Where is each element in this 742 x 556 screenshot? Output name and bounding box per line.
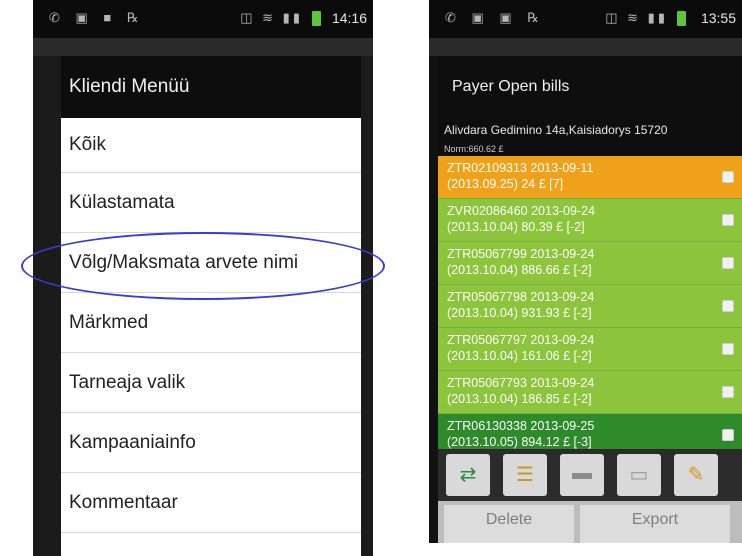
menu-item-volg[interactable]: Võlg/Maksmata arvete nimi: [61, 233, 361, 293]
status-clock: 13:55: [700, 10, 736, 26]
minus-icon[interactable]: ▬: [560, 454, 604, 496]
list-icon[interactable]: ☰: [503, 454, 547, 496]
bill-id-date: ZVR02086460 2013-09-24: [447, 204, 596, 218]
menu-item-kommentaar[interactable]: Kommentaar: [61, 473, 361, 533]
notification-icons: ✆ ▣ ▣ ℞: [445, 10, 545, 25]
bill-id-date: ZTR02109313 2013-09-11: [447, 161, 594, 175]
menu-item-kampaaniainfo[interactable]: Kampaaniainfo: [61, 413, 361, 473]
battery-icon: [312, 11, 321, 26]
signal-icons: ◫ ≋ ▮▮: [605, 10, 668, 25]
bill-row[interactable]: ZTR02109313 2013-09-11 (2013.09.25) 24 £ …: [438, 156, 742, 199]
left-phone-screen: ✆ ▣ ■ ℞ ◫ ≋ ▮▮ 14:16 Kliendi Menüü Kõik …: [33, 0, 373, 556]
bill-due-amount: (2013.09.25) 24 £ [7]: [447, 177, 564, 191]
bill-due-amount: (2013.10.04) 161.06 £ [-2]: [447, 349, 592, 363]
bill-list: ZTR02109313 2013-09-11 (2013.09.25) 24 £ …: [438, 156, 742, 457]
card-icon[interactable]: ▭: [617, 454, 661, 496]
bill-checkbox[interactable]: [722, 300, 734, 312]
bill-checkbox[interactable]: [722, 257, 734, 269]
bill-row[interactable]: ZTR05067793 2013-09-24 (2013.10.04) 186.8…: [438, 371, 742, 414]
notification-icons: ✆ ▣ ■ ℞: [49, 10, 145, 25]
bill-id-date: ZTR05067798 2013-09-24: [447, 290, 595, 304]
bill-due-amount: (2013.10.04) 931.93 £ [-2]: [447, 306, 592, 320]
sync-icon[interactable]: ⇄: [446, 454, 490, 496]
status-bar: ✆ ▣ ▣ ℞ ◫ ≋ ▮▮ 13:55: [429, 0, 742, 38]
battery-icon: [677, 11, 686, 26]
action-toolbar: ⇄ ☰ ▬ ▭ ✎: [438, 449, 742, 501]
bill-checkbox[interactable]: [722, 429, 734, 441]
menu-item-markmed[interactable]: Märkmed: [61, 293, 361, 353]
bill-id-date: ZTR05067799 2013-09-24: [447, 247, 595, 261]
bill-checkbox[interactable]: [722, 386, 734, 398]
menu-item-koik[interactable]: Kõik: [61, 118, 361, 173]
panel-title: Payer Open bills: [438, 56, 742, 118]
bill-row[interactable]: ZTR05067799 2013-09-24 (2013.10.04) 886.6…: [438, 242, 742, 285]
bottom-buttons: Delete Export: [438, 501, 742, 543]
bill-due-amount: (2013.10.04) 80.39 £ [-2]: [447, 220, 585, 234]
right-phone-screen: ✆ ▣ ▣ ℞ ◫ ≋ ▮▮ 13:55 Payer Open bills Al…: [429, 0, 742, 543]
bill-due-amount: (2013.10.04) 186.85 £ [-2]: [447, 392, 592, 406]
bill-checkbox[interactable]: [722, 171, 734, 183]
bill-id-date: ZTR06130338 2013-09-25: [447, 419, 595, 433]
menu-item-tarneaja[interactable]: Tarneaja valik: [61, 353, 361, 413]
bill-row[interactable]: ZVR02086460 2013-09-24 (2013.10.04) 80.39…: [438, 199, 742, 242]
kliendi-menu-dialog: Kliendi Menüü Kõik Külastamata Võlg/Maks…: [61, 56, 361, 556]
bill-id-date: ZTR05067793 2013-09-24: [447, 376, 595, 390]
delete-button[interactable]: Delete: [444, 505, 574, 543]
bill-row[interactable]: ZTR05067797 2013-09-24 (2013.10.04) 161.0…: [438, 328, 742, 371]
menu-title: Kliendi Menüü: [61, 56, 361, 118]
payer-address: Alivdara Gedimino 14a,Kaisiadorys 15720: [438, 118, 742, 142]
background-app-bar: [33, 38, 373, 56]
bill-checkbox[interactable]: [722, 214, 734, 226]
norm-value: Norm:660.62 £: [438, 142, 742, 156]
status-clock: 14:16: [331, 10, 367, 26]
bill-due-amount: (2013.10.04) 886.66 £ [-2]: [447, 263, 592, 277]
broom-icon[interactable]: ✎: [674, 454, 718, 496]
background-app-bar: [429, 38, 742, 56]
bill-due-amount: (2013.10.05) 894.12 £ [-3]: [447, 435, 592, 449]
signal-icons: ◫ ≋ ▮▮: [240, 10, 303, 25]
export-button[interactable]: Export: [580, 505, 730, 543]
status-bar: ✆ ▣ ■ ℞ ◫ ≋ ▮▮ 14:16: [33, 0, 373, 38]
bill-id-date: ZTR05067797 2013-09-24: [447, 333, 595, 347]
bill-row[interactable]: ZTR05067798 2013-09-24 (2013.10.04) 931.9…: [438, 285, 742, 328]
bill-checkbox[interactable]: [722, 343, 734, 355]
payer-open-bills-panel: Payer Open bills Alivdara Gedimino 14a,K…: [438, 56, 742, 543]
menu-item-kulastamata[interactable]: Külastamata: [61, 173, 361, 233]
